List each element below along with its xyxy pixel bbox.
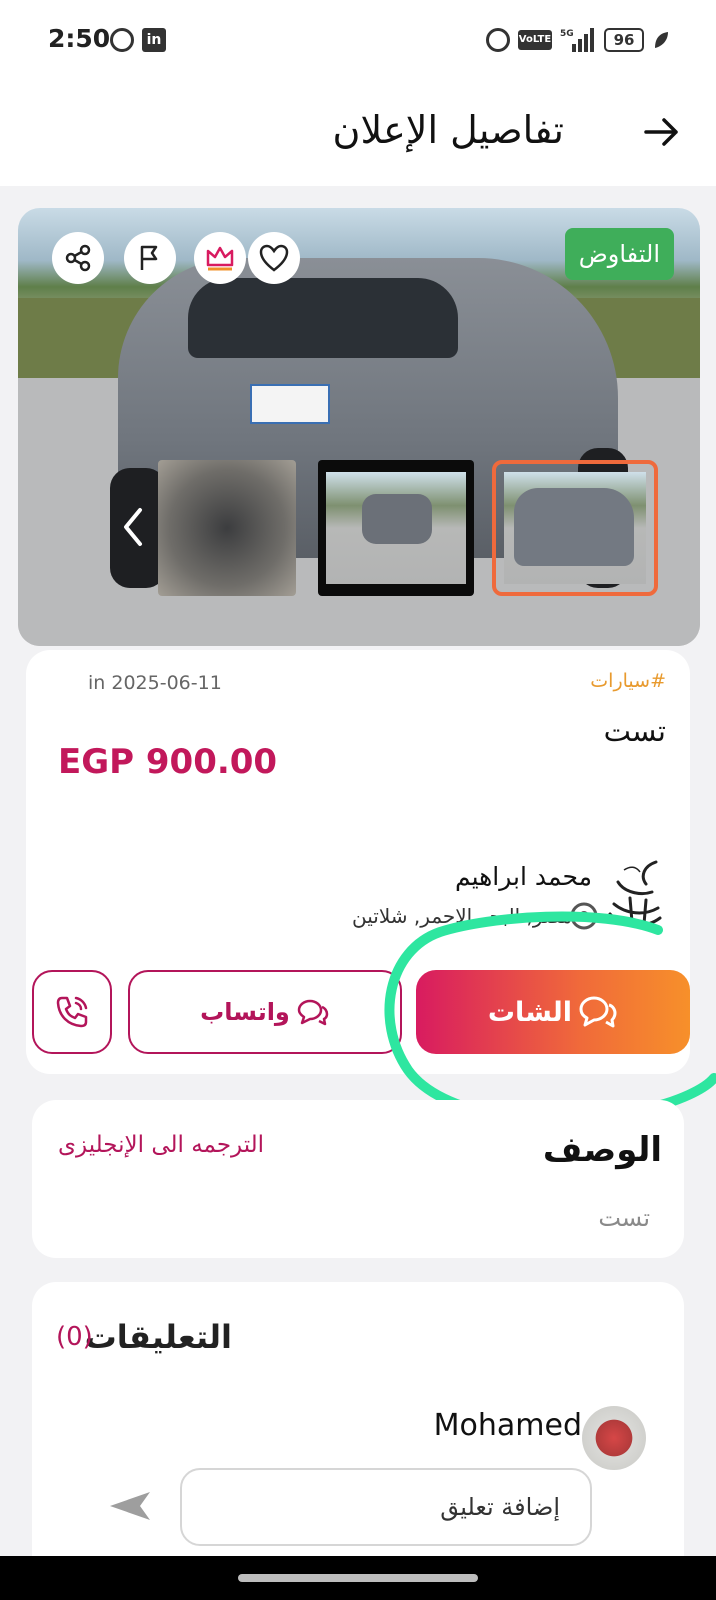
post-date: in 2025-06-11 <box>88 672 222 694</box>
description-card: الوصف الترجمه الى الإنجليزى تست <box>32 1100 684 1258</box>
phone-icon <box>56 996 88 1028</box>
status-time: 2:50 <box>48 24 111 53</box>
category-tag[interactable]: #سيارات <box>590 670 666 692</box>
leaf-icon <box>655 32 668 48</box>
comments-heading: التعليقات <box>84 1318 232 1356</box>
arrow-right-icon[interactable] <box>640 110 684 154</box>
comment-author-name: Mohamed <box>433 1408 582 1443</box>
seller-name[interactable]: محمد ابراهيم <box>455 862 592 891</box>
car-photo-plate <box>250 384 330 424</box>
flag-icon <box>140 245 158 270</box>
share-button[interactable] <box>52 232 104 284</box>
thumbnail-spare-tire[interactable] <box>158 460 296 596</box>
share-icon <box>65 244 91 272</box>
battery-icon: 96 <box>604 28 644 52</box>
call-button[interactable] <box>32 970 112 1054</box>
thumbnail-car-rear[interactable] <box>492 460 658 596</box>
svg-text:5G: 5G <box>560 29 574 39</box>
seller-location: مصر, البحر الاحمر, شلاتين <box>352 904 572 928</box>
comment-input[interactable] <box>180 1468 592 1546</box>
thumbnail-car-front[interactable] <box>318 460 474 596</box>
ad-title: تست <box>603 714 666 748</box>
page-title: تفاصيل الإعلان <box>332 108 564 152</box>
translate-link[interactable]: الترجمه الى الإنجليزى <box>58 1132 264 1158</box>
volte-icon: VoLTE <box>518 30 552 50</box>
location-pin-icon <box>570 902 598 930</box>
avatar <box>582 1406 646 1470</box>
description-text: تست <box>598 1204 650 1232</box>
price: EGP 900.00 <box>58 742 278 782</box>
seller-avatar[interactable] <box>600 852 668 932</box>
image-gallery[interactable]: التفاوض <box>18 208 700 646</box>
whatsapp-button[interactable]: واتساب <box>128 970 402 1054</box>
signal-icon: 5G <box>560 28 594 52</box>
home-gesture-handle[interactable] <box>238 1574 478 1582</box>
premium-button[interactable] <box>194 232 246 284</box>
chat-button[interactable]: الشات <box>416 970 690 1054</box>
crown-icon <box>206 246 234 271</box>
car-photo-window <box>188 278 458 358</box>
comments-card: التعليقات (0) Mohamed <box>32 1282 684 1562</box>
chat-button-label: الشات <box>487 996 573 1028</box>
alarm-icon <box>486 28 510 52</box>
description-heading: الوصف <box>542 1130 662 1170</box>
whatsapp-icon <box>110 28 134 52</box>
negotiable-badge: التفاوض <box>564 228 674 280</box>
report-button[interactable] <box>124 232 176 284</box>
favorite-button[interactable] <box>248 232 300 284</box>
status-bar: 2:50 in VoLTE 5G 96 <box>0 0 716 82</box>
comments-count: (0) <box>56 1322 93 1352</box>
chat-bubbles-icon <box>579 996 617 1028</box>
system-nav-bar <box>0 1556 716 1600</box>
send-icon[interactable] <box>106 1486 152 1526</box>
chevron-left-icon[interactable] <box>116 504 150 550</box>
listing-info-card: #سيارات in 2025-06-11 تست EGP 900.00 محم… <box>26 650 690 1074</box>
app-header: تفاصيل الإعلان <box>0 82 716 186</box>
chat-bubbles-icon <box>297 999 329 1026</box>
whatsapp-button-label: واتساب <box>200 998 290 1026</box>
heart-icon <box>259 244 289 272</box>
linkedin-icon: in <box>142 28 166 52</box>
